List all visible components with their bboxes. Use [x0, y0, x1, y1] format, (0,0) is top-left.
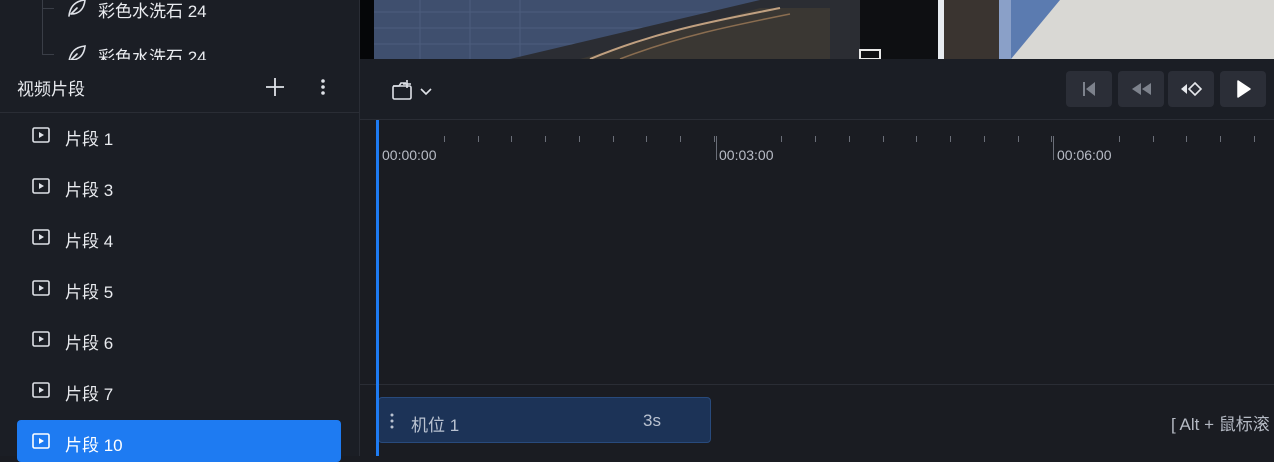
- ruler-minor-tick: [1186, 136, 1187, 142]
- time-label: 00:03:00: [719, 147, 774, 163]
- add-segment-button[interactable]: [262, 74, 288, 100]
- ruler-minor-tick: [984, 136, 985, 142]
- preview-image: [360, 0, 1274, 59]
- ruler-minor-tick: [1018, 136, 1019, 142]
- zoom-hint: [ Alt + 鼠标滚: [1171, 415, 1270, 434]
- ruler-minor-tick: [646, 136, 647, 142]
- timeline-toolbar: [360, 59, 1274, 120]
- ruler-minor-tick: [1119, 136, 1120, 142]
- track-divider: [360, 384, 1274, 385]
- ruler-minor-tick: [511, 136, 512, 142]
- ruler-minor-tick: [680, 136, 681, 142]
- plus-icon: [266, 78, 284, 96]
- ruler-minor-tick: [916, 136, 917, 142]
- video-clip-icon: [31, 176, 51, 196]
- segment-label: 片段 7: [65, 385, 114, 404]
- playhead[interactable]: [376, 120, 379, 456]
- add-snapshot-icon: [392, 80, 432, 100]
- time-label: 00:00:00: [382, 147, 437, 163]
- ruler-minor-tick: [1254, 136, 1255, 142]
- leaf-icon: [66, 0, 88, 19]
- ruler-minor-tick: [1153, 136, 1154, 142]
- camera-clip[interactable]: 机位 1 3s: [378, 397, 711, 443]
- video-clip-icon: [31, 380, 51, 400]
- rewind-button[interactable]: [1118, 71, 1164, 107]
- video-clip-icon: [31, 431, 51, 451]
- keyframe-nav-button[interactable]: [1168, 71, 1214, 107]
- panel-title: 视频片段: [17, 80, 85, 99]
- add-snapshot-dropdown[interactable]: [390, 77, 436, 103]
- more-vertical-icon: [321, 79, 325, 95]
- ruler-minor-tick: [478, 136, 479, 142]
- segment-label: 片段 5: [65, 283, 114, 302]
- left-panel: 彩色水洗石 24 彩色水洗石 24 视频片段 片段 1 片段 3 片段 4 片段 5片…: [0, 0, 360, 462]
- timeline[interactable]: 00:00:00 00:03:00 00:06:00 机位 1 3s [ Alt…: [360, 120, 1274, 456]
- time-ruler[interactable]: 00:00:00 00:03:00 00:06:00: [360, 120, 1274, 168]
- rewind-icon: [1132, 83, 1151, 95]
- tree-item-label: 彩色水洗石 24: [98, 2, 207, 21]
- play-button[interactable]: [1220, 71, 1266, 107]
- time-label: 00:06:00: [1057, 147, 1112, 163]
- more-options-button[interactable]: [312, 74, 334, 100]
- segment-label: 片段 6: [65, 334, 114, 353]
- ruler-major-tick: [1053, 136, 1054, 160]
- ruler-minor-tick: [613, 136, 614, 142]
- segment-label: 片段 3: [65, 181, 114, 200]
- ruler-minor-tick: [444, 136, 445, 142]
- clip-duration: 3s: [643, 411, 661, 430]
- video-clip-icon: [31, 278, 51, 298]
- clip-name: 机位 1: [411, 416, 460, 435]
- ruler-major-tick: [715, 136, 717, 160]
- video-clip-icon: [31, 227, 51, 247]
- segment-item[interactable]: 片段 3: [17, 165, 341, 207]
- ruler-minor-tick: [579, 136, 580, 142]
- segment-label: 片段 4: [65, 232, 114, 251]
- drag-handle-icon[interactable]: [389, 412, 395, 430]
- ruler-minor-tick: [815, 136, 816, 142]
- video-clip-icon: [31, 125, 51, 145]
- segment-item[interactable]: 片段 5: [17, 267, 341, 309]
- segment-item[interactable]: 片段 6: [17, 318, 341, 360]
- ruler-minor-tick: [950, 136, 951, 142]
- keyframe-nav-icon: [1181, 81, 1203, 97]
- play-icon: [1237, 80, 1251, 98]
- skip-to-start-button[interactable]: [1066, 71, 1112, 107]
- ruler-minor-tick: [545, 136, 546, 142]
- ruler-minor-tick: [781, 136, 782, 142]
- ruler-minor-tick: [1220, 136, 1221, 142]
- segment-item[interactable]: 片段 1: [17, 114, 341, 156]
- segment-label: 片段 10: [65, 436, 123, 455]
- video-clip-icon: [31, 329, 51, 349]
- video-preview: [360, 0, 1274, 59]
- ruler-minor-tick: [849, 136, 850, 142]
- tree-guide-branch: [42, 8, 54, 9]
- segment-item[interactable]: 片段 4: [17, 216, 341, 258]
- ruler-minor-tick: [1051, 136, 1052, 142]
- segment-label: 片段 1: [65, 130, 114, 149]
- ruler-minor-tick: [883, 136, 884, 142]
- segments-panel-header: 视频片段: [0, 60, 359, 113]
- skip-to-start-icon: [1083, 82, 1095, 96]
- tree-item[interactable]: 彩色水洗石 24: [0, 0, 359, 28]
- tree-guide-line: [42, 0, 43, 55]
- tree-guide-branch: [42, 54, 54, 55]
- segment-item[interactable]: 片段 7: [17, 369, 341, 411]
